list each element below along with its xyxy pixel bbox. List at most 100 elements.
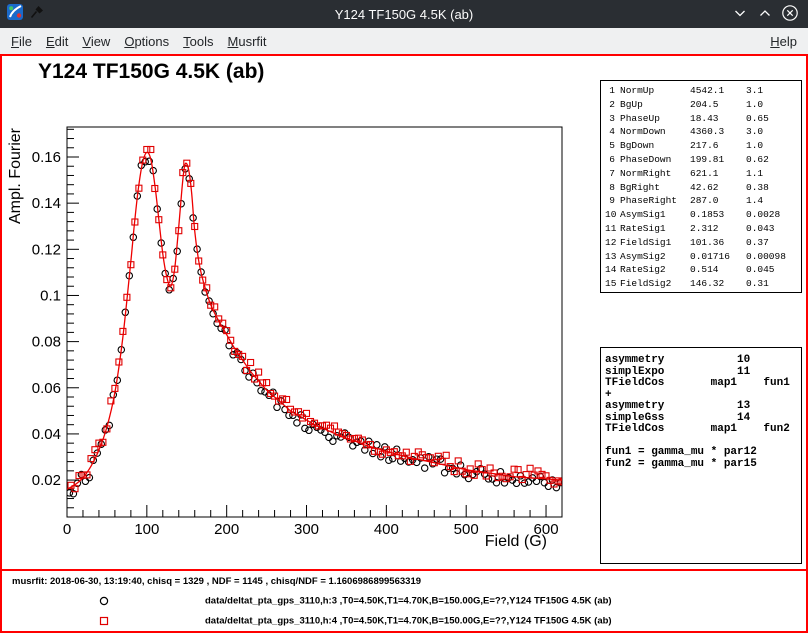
param-value: 287.0 [690,194,746,208]
param-error: 1.0 [746,139,801,153]
y-tick-label: 0.04 [32,426,61,443]
param-error: 3.1 [746,84,801,98]
param-value: 4542.1 [690,84,746,98]
theory-box: asymmetry 10simplExpo 11TFieldCos map1 f… [600,347,802,564]
param-error: 0.045 [746,263,801,277]
param-name: NormUp [620,84,690,98]
param-num: 8 [605,181,620,195]
param-num: 7 [605,167,620,181]
param-num: 1 [605,84,620,98]
param-row: 3PhaseUp18.430.65 [605,112,801,126]
titlebar[interactable]: Y124 TF150G 4.5K (ab) [0,0,808,28]
fit-curve [67,152,562,489]
param-row: 11RateSig12.3120.043 [605,222,801,236]
param-name: PhaseRight [620,194,690,208]
y-tick-label: 0.06 [32,380,61,397]
param-name: BgUp [620,98,690,112]
theory-line: TFieldCos map1 fun2 [605,424,797,436]
y-tick-label: 0.08 [32,334,61,351]
menu-item-edit[interactable]: Edit [39,30,75,53]
menu-item-tools[interactable]: Tools [176,30,220,53]
theory-line: fun1 = gamma_mu * par12 [605,447,797,459]
info-pad: musrfit: 2018-06-30, 13:19:40, chisq = 1… [2,569,806,631]
pushpin-icon[interactable] [30,5,44,24]
param-row: 1NormUp4542.13.1 [605,84,801,98]
y-axis-title: Ampl. Fourier [7,127,24,224]
x-axis-title: Field (G) [485,533,547,550]
param-name: RateSig2 [620,263,690,277]
param-num: 5 [605,139,620,153]
menu-item-view[interactable]: View [75,30,117,53]
y-tick-label: 0.1 [40,287,61,304]
fit-stats: musrfit: 2018-06-30, 13:19:40, chisq = 1… [12,576,421,587]
param-num: 15 [605,277,620,291]
app-window: { "window": { "title": "Y124 TF150G 4.5K… [0,0,808,633]
x-tick-label: 400 [374,521,399,538]
chevron-down-icon [732,5,748,24]
param-name: BgDown [620,139,690,153]
param-name: AsymSig1 [620,208,690,222]
param-value: 0.514 [690,263,746,277]
x-tick-label: 200 [214,521,239,538]
param-value: 0.01716 [690,250,746,264]
parameter-box: 1NormUp4542.13.12BgUp204.51.03PhaseUp18.… [600,80,802,293]
theory-line: TFieldCos map1 fun1 [605,378,797,390]
x-tick-label: 0 [63,521,71,538]
menu-left: FileEditViewOptionsToolsMusrfit [4,30,274,53]
param-num: 2 [605,98,620,112]
param-num: 10 [605,208,620,222]
y-tick-label: 0.16 [32,149,61,166]
param-value: 18.43 [690,112,746,126]
param-error: 0.0028 [746,208,801,222]
root-canvas[interactable]: Y124 TF150G 4.5K (ab) 010020030040050060… [0,54,808,633]
minimize-button[interactable] [731,5,749,23]
data-series-h4 [68,147,565,492]
param-value: 4360.3 [690,125,746,139]
legend-row: data/deltat_pta_gps_3110,h:4 ,T0=4.50K,T… [2,611,806,631]
param-num: 3 [605,112,620,126]
param-name: FieldSig1 [620,236,690,250]
param-num: 9 [605,194,620,208]
param-error: 0.65 [746,112,801,126]
param-error: 0.00098 [746,250,801,264]
param-row: 2BgUp204.51.0 [605,98,801,112]
param-value: 199.81 [690,153,746,167]
menu-item-help[interactable]: Help [763,30,804,53]
x-tick-label: 500 [454,521,479,538]
param-num: 12 [605,236,620,250]
menu-item-musrfit[interactable]: Musrfit [221,30,274,53]
legend-label: data/deltat_pta_gps_3110,h:4 ,T0=4.50K,T… [205,616,612,627]
param-value: 217.6 [690,139,746,153]
y-tick-label: 0.02 [32,472,61,489]
param-name: AsymSig2 [620,250,690,264]
data-series-h3 [66,158,563,497]
param-error: 1.4 [746,194,801,208]
legend-label: data/deltat_pta_gps_3110,h:3 ,T0=4.50K,T… [205,596,612,607]
param-row: 12FieldSig1101.360.37 [605,236,801,250]
maximize-button[interactable] [756,5,774,23]
menu-item-options[interactable]: Options [117,30,176,53]
param-value: 621.1 [690,167,746,181]
param-error: 1.1 [746,167,801,181]
close-button[interactable] [781,5,799,23]
param-num: 11 [605,222,620,236]
param-name: RateSig1 [620,222,690,236]
legend-row: data/deltat_pta_gps_3110,h:3 ,T0=4.50K,T… [2,591,806,611]
param-name: NormDown [620,125,690,139]
param-row: 15FieldSig2146.320.31 [605,277,801,291]
param-num: 6 [605,153,620,167]
param-name: PhaseDown [620,153,690,167]
param-row: 6PhaseDown199.810.62 [605,153,801,167]
param-name: FieldSig2 [620,277,690,291]
param-value: 0.1853 [690,208,746,222]
fourier-plot[interactable]: 01002003004005006000.020.040.060.080.10.… [2,106,594,566]
chevron-up-icon [757,5,773,24]
param-row: 7NormRight621.11.1 [605,167,801,181]
window-title: Y124 TF150G 4.5K (ab) [0,7,808,22]
theory-line: asymmetry 13 [605,401,797,413]
param-value: 146.32 [690,277,746,291]
open-square-icon [98,615,110,627]
menu-item-file[interactable]: File [4,30,39,53]
param-error: 0.31 [746,277,801,291]
param-name: BgRight [620,181,690,195]
